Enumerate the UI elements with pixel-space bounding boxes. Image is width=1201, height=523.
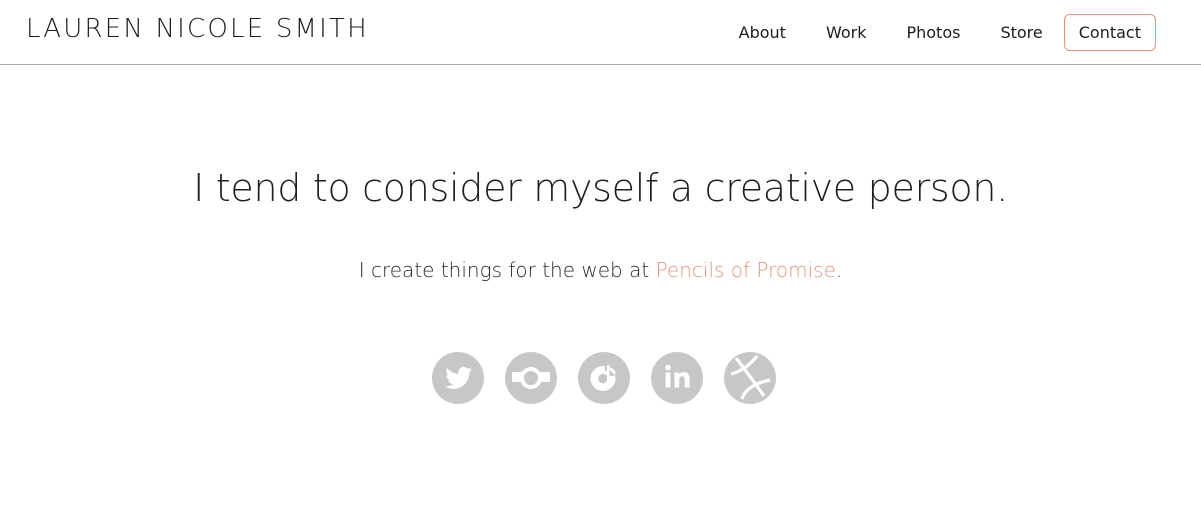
hero-headline: I tend to consider myself a creative per… [193, 166, 1008, 210]
linkedin-link[interactable] [651, 352, 703, 404]
twitter-icon [445, 367, 472, 389]
linkedin-icon [665, 364, 690, 388]
vine-icon [590, 365, 616, 391]
dribbble-link[interactable] [724, 352, 776, 404]
nav-contact-button[interactable]: Contact [1063, 14, 1156, 51]
instagram-link[interactable] [505, 352, 557, 404]
subtitle-suffix: . [835, 258, 843, 282]
instagram-icon [512, 367, 550, 389]
nav-work-link[interactable]: Work [806, 23, 887, 42]
social-links [432, 352, 776, 404]
site-logo[interactable]: LAUREN NICOLE SMITH [26, 14, 369, 44]
vine-link[interactable] [578, 352, 630, 404]
main-nav: About Work Photos Store Contact [719, 14, 1156, 51]
subtitle-prefix: I create things for the web at [358, 258, 656, 282]
site-header: LAUREN NICOLE SMITH About Work Photos St… [0, 0, 1201, 65]
nav-about-link[interactable]: About [719, 23, 806, 42]
twitter-link[interactable] [432, 352, 484, 404]
nav-store-link[interactable]: Store [980, 23, 1062, 42]
nav-photos-link[interactable]: Photos [886, 23, 980, 42]
dribbble-icon [730, 354, 771, 400]
hero-subtitle: I create things for the web at Pencils o… [0, 258, 1201, 282]
pencils-of-promise-link[interactable]: Pencils of Promise [656, 258, 836, 282]
